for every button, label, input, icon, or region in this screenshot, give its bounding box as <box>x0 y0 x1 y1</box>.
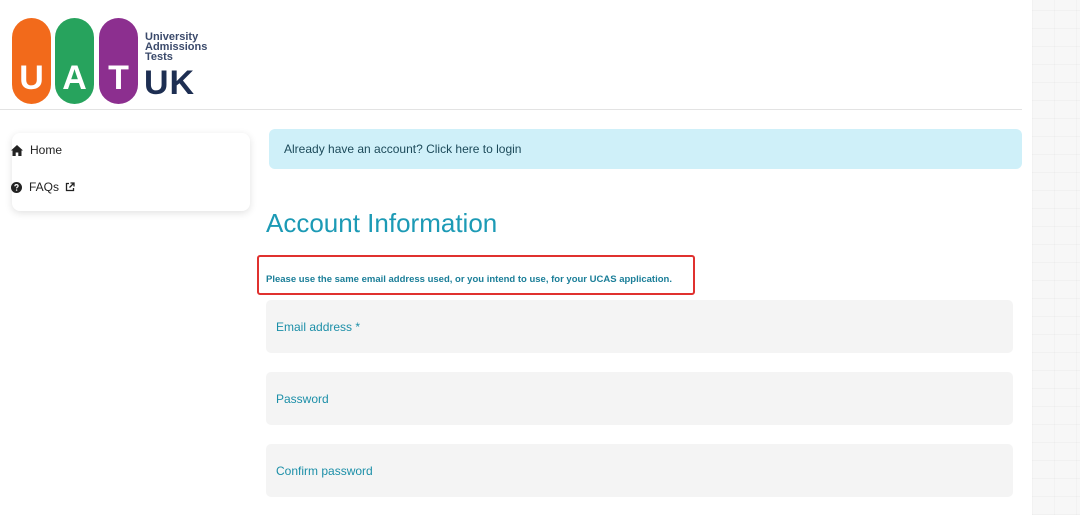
password-field-label: Password <box>276 391 329 406</box>
sidebar-item-label: FAQs <box>29 180 60 194</box>
external-link-icon <box>65 182 75 192</box>
header-divider <box>0 109 1022 110</box>
confirm-password-field[interactable]: Confirm password <box>266 444 1013 497</box>
logo-letter-u: U <box>12 18 51 104</box>
logo-tagline: University Admissions Tests <box>145 32 207 63</box>
sidebar-item-home[interactable]: Home <box>11 140 62 160</box>
email-notice: Please use the same email address used, … <box>266 274 672 285</box>
logo-letter-a: A <box>55 18 94 104</box>
sidebar-item-label: Home <box>30 143 63 157</box>
question-circle-icon <box>11 181 22 193</box>
uat-uk-logo[interactable]: U A T University Admissions Tests UK <box>12 18 212 106</box>
confirm-password-field-label: Confirm password <box>276 463 373 478</box>
logo-letter-t: T <box>99 18 138 104</box>
password-field[interactable]: Password <box>266 372 1013 425</box>
home-icon <box>11 144 23 156</box>
page-title: Account Information <box>266 208 498 238</box>
sidebar-item-faqs[interactable]: FAQs <box>11 177 75 197</box>
login-alert-link[interactable]: Already have an account? Click here to l… <box>269 129 1022 169</box>
email-field-label: Email address * <box>276 319 361 334</box>
background-texture <box>1032 0 1080 515</box>
email-field[interactable]: Email address * <box>266 300 1013 353</box>
logo-uk-text: UK <box>144 64 196 102</box>
logo-tagline-line: Tests <box>145 51 173 63</box>
